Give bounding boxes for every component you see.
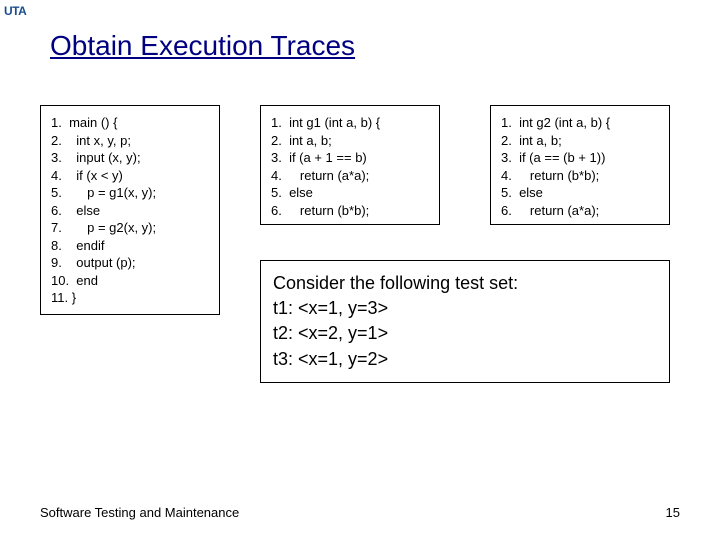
code-line: 6. return (b*b); (271, 202, 429, 220)
testset-row: t1: <x=1, y=3> (273, 296, 657, 321)
code-line: 2. int a, b; (271, 132, 429, 150)
testset-intro: Consider the following test set: (273, 271, 657, 296)
code-line: 2. int a, b; (501, 132, 659, 150)
page-title: Obtain Execution Traces (50, 30, 355, 62)
logo: UTA (4, 4, 26, 18)
code-line: 7. p = g2(x, y); (51, 219, 209, 237)
code-line: 8. endif (51, 237, 209, 255)
code-line: 3. input (x, y); (51, 149, 209, 167)
code-line: 1. main () { (51, 114, 209, 132)
code-line: 5. else (501, 184, 659, 202)
code-line: 1. int g2 (int a, b) { (501, 114, 659, 132)
code-line: 3. if (a == (b + 1)) (501, 149, 659, 167)
code-line: 4. return (b*b); (501, 167, 659, 185)
code-line: 5. else (271, 184, 429, 202)
code-line: 2. int x, y, p; (51, 132, 209, 150)
code-line: 5. p = g1(x, y); (51, 184, 209, 202)
code-g1-box: 1. int g1 (int a, b) { 2. int a, b; 3. i… (260, 105, 440, 225)
code-line: 9. output (p); (51, 254, 209, 272)
code-g2-box: 1. int g2 (int a, b) { 2. int a, b; 3. i… (490, 105, 670, 225)
footer-left: Software Testing and Maintenance (40, 505, 239, 520)
code-line: 1. int g1 (int a, b) { (271, 114, 429, 132)
testset-box: Consider the following test set: t1: <x=… (260, 260, 670, 383)
code-line: 11. } (51, 289, 209, 307)
testset-row: t2: <x=2, y=1> (273, 321, 657, 346)
code-line: 6. return (a*a); (501, 202, 659, 220)
code-main-box: 1. main () { 2. int x, y, p; 3. input (x… (40, 105, 220, 315)
code-line: 10. end (51, 272, 209, 290)
testset-row: t3: <x=1, y=2> (273, 347, 657, 372)
page-number: 15 (666, 505, 680, 520)
code-line: 4. if (x < y) (51, 167, 209, 185)
code-line: 4. return (a*a); (271, 167, 429, 185)
code-line: 6. else (51, 202, 209, 220)
code-line: 3. if (a + 1 == b) (271, 149, 429, 167)
